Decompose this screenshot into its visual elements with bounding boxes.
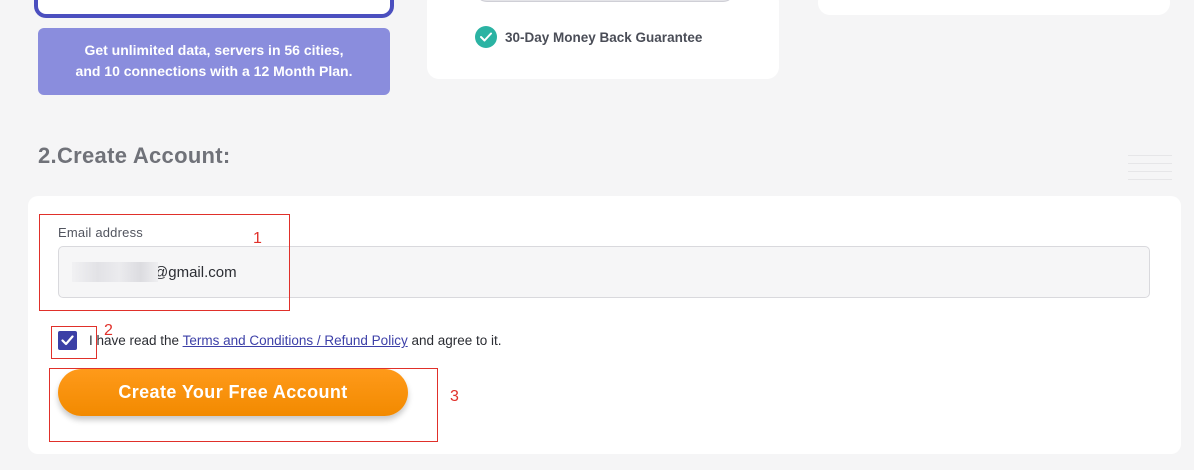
summary-button-edge[interactable] xyxy=(475,0,735,2)
promo-line-2: and 10 connections with a 12 Month Plan. xyxy=(75,63,353,79)
promo-line-1: Get unlimited data, servers in 56 cities… xyxy=(84,42,344,58)
side-card xyxy=(818,0,1170,15)
terms-agreement-text: I have read the Terms and Conditions / R… xyxy=(89,333,502,348)
verified-check-icon xyxy=(475,26,497,48)
annotation-label-1: 1 xyxy=(253,230,262,247)
checkout-summary-card: 30-Day Money Back Guarantee xyxy=(427,0,779,79)
annotation-box-2 xyxy=(51,326,97,359)
selected-plan-card[interactable] xyxy=(34,0,394,18)
money-back-guarantee: 30-Day Money Back Guarantee xyxy=(475,26,702,48)
annotation-label-3: 3 xyxy=(450,388,459,405)
terms-link[interactable]: Terms and Conditions / Refund Policy xyxy=(183,333,408,348)
page: Get unlimited data, servers in 56 cities… xyxy=(0,0,1194,470)
agree-suffix: and agree to it. xyxy=(407,333,502,348)
section-title: 2.Create Account: xyxy=(38,143,231,168)
annotation-box-1 xyxy=(39,214,290,311)
menu-lines-decoration xyxy=(1128,155,1172,187)
plan-promo-banner: Get unlimited data, servers in 56 cities… xyxy=(38,28,390,95)
guarantee-text: 30-Day Money Back Guarantee xyxy=(505,29,703,45)
annotation-box-3 xyxy=(49,368,438,442)
annotation-label-2: 2 xyxy=(104,322,113,339)
